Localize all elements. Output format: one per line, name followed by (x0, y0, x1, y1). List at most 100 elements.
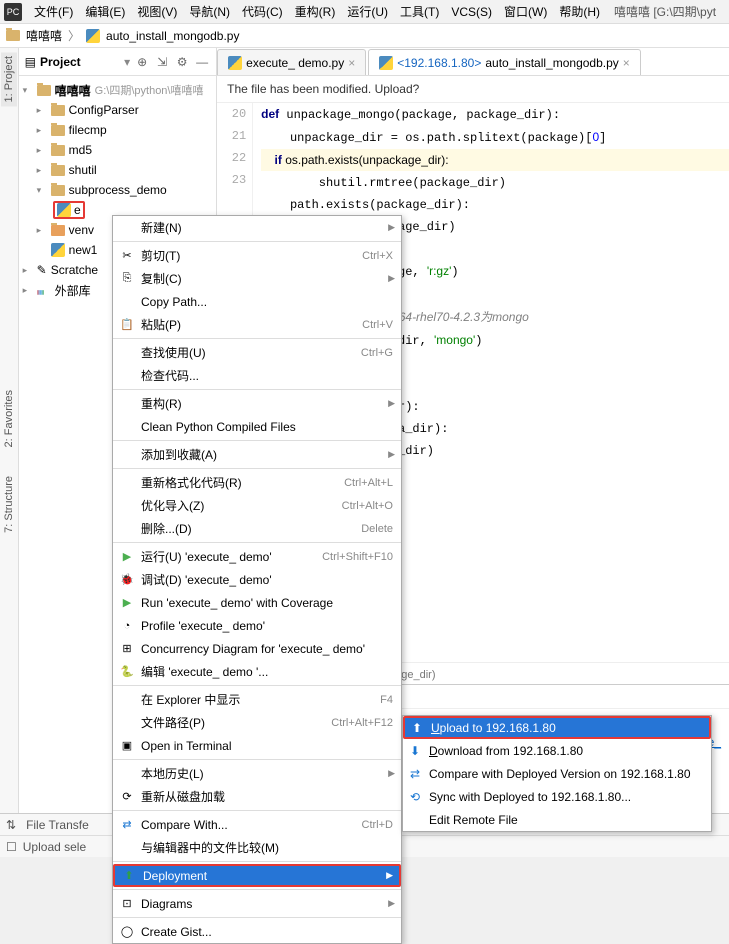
menu-compare-with[interactable]: ⇄Compare With...Ctrl+D (113, 813, 401, 836)
tree-folder[interactable]: ▸md5 (19, 140, 217, 160)
tree-folder[interactable]: ▸shutil (19, 160, 217, 180)
menu-copy-path[interactable]: Copy Path... (113, 290, 401, 313)
menu-nav[interactable]: 导航(N) (183, 1, 236, 22)
run-icon: ▶ (119, 549, 135, 565)
tree-folder[interactable]: ▸filecmp (19, 120, 217, 140)
deploy-icon: ⬆ (121, 868, 137, 884)
submenu-download[interactable]: ⬇Download from 192.168.1.80 (403, 739, 711, 762)
menu-paste[interactable]: 📋粘贴(P)Ctrl+V (113, 313, 401, 336)
submenu-upload[interactable]: ⬆Upload to 192.168.1.80 (403, 716, 711, 739)
menu-file[interactable]: 文件(F) (28, 1, 79, 22)
tree-folder-open[interactable]: ▾subprocess_demo (19, 180, 217, 200)
reload-icon: ⟳ (119, 789, 135, 805)
menu-profile[interactable]: ◔Profile 'execute_ demo' (113, 614, 401, 637)
debug-icon: 🐞 (119, 572, 135, 588)
deployment-submenu: ⬆Upload to 192.168.1.80 ⬇Download from 1… (402, 715, 712, 832)
menu-create-gist[interactable]: ◯Create Gist... (113, 920, 401, 943)
tree-root[interactable]: ▾ 嘻嘻嘻 G:\四期\python\嘻嘻嘻 (19, 80, 217, 100)
menu-debug[interactable]: 🐞调试(D) 'execute_ demo' (113, 568, 401, 591)
download-icon: ⬇ (408, 744, 422, 758)
menu-compare-editor[interactable]: 与编辑器中的文件比较(M) (113, 836, 401, 859)
menu-help[interactable]: 帮助(H) (553, 1, 606, 22)
menu-edit-config[interactable]: 🐍编辑 'execute_ demo '... (113, 660, 401, 683)
menu-clean-pyc[interactable]: Clean Python Compiled Files (113, 415, 401, 438)
menu-cut[interactable]: ✂剪切(T)Ctrl+X (113, 244, 401, 267)
menu-deployment[interactable]: ⬆Deployment▶ (113, 864, 401, 887)
status-text: Upload sele (23, 840, 86, 854)
compare-icon: ⇄ (408, 767, 422, 781)
context-menu: 新建(N)▶ ✂剪切(T)Ctrl+X ⎘复制(C)▶ Copy Path...… (112, 215, 402, 944)
menu-add-fav[interactable]: 添加到收藏(A)▶ (113, 443, 401, 466)
github-icon: ◯ (119, 924, 135, 940)
menu-reformat[interactable]: 重新格式化代码(R)Ctrl+Alt+L (113, 471, 401, 494)
side-tab-project[interactable]: 1: Project (1, 52, 17, 106)
clipboard-icon: 📋 (119, 317, 135, 333)
profile-icon: ◔ (119, 618, 135, 634)
diagram-icon: ⊞ (119, 641, 135, 657)
arrows-icon: ⇅ (6, 818, 16, 832)
menu-optimize[interactable]: 优化导入(Z)Ctrl+Alt+O (113, 494, 401, 517)
menu-code[interactable]: 代码(C) (236, 1, 289, 22)
compare-icon: ⇄ (119, 817, 135, 833)
locate-icon[interactable]: ⊕ (134, 54, 150, 70)
breadcrumb-file[interactable]: auto_install_mongodb.py (106, 29, 239, 43)
menu-view[interactable]: 视图(V) (131, 1, 183, 22)
tool-window-tabs: 1: Project 2: Favorites 7: Structure (0, 48, 19, 857)
menu-show-explorer[interactable]: 在 Explorer 中显示F4 (113, 688, 401, 711)
python-icon: 🐍 (119, 664, 135, 680)
menu-find-usage[interactable]: 查找使用(U)Ctrl+G (113, 341, 401, 364)
editor-tab-active[interactable]: <192.168.1.80> auto_install_mongodb.py × (368, 49, 641, 75)
menu-local-history[interactable]: 本地历史(L)▶ (113, 762, 401, 785)
expand-icon[interactable]: ⇲ (154, 54, 170, 70)
menu-run[interactable]: 运行(U) (341, 1, 394, 22)
submenu-compare[interactable]: ⇄Compare with Deployed Version on 192.16… (403, 762, 711, 785)
diagram-icon: ⊡ (119, 896, 135, 912)
menu-copy[interactable]: ⎘复制(C)▶ (113, 267, 401, 290)
scissors-icon: ✂ (119, 248, 135, 264)
project-view-icon: ▤ (25, 55, 36, 69)
menu-coverage[interactable]: ▶Run 'execute_ demo' with Coverage (113, 591, 401, 614)
menu-run[interactable]: ▶运行(U) 'execute_ demo'Ctrl+Shift+F10 (113, 545, 401, 568)
python-file-icon (86, 29, 100, 43)
menu-refactor[interactable]: 重构(R)▶ (113, 392, 401, 415)
terminal-icon: ▣ (119, 738, 135, 754)
menu-delete[interactable]: 删除...(D)Delete (113, 517, 401, 540)
menu-new[interactable]: 新建(N)▶ (113, 216, 401, 239)
tree-folder[interactable]: ▸ConfigParser (19, 100, 217, 120)
menu-concurrency[interactable]: ⊞Concurrency Diagram for 'execute_ demo' (113, 637, 401, 660)
sync-icon: ⟲ (408, 790, 422, 804)
editor-tabs: execute_ demo.py× <192.168.1.80> auto_in… (217, 48, 729, 76)
menu-vcs[interactable]: VCS(S) (445, 3, 498, 21)
breadcrumb-folder[interactable]: 嘻嘻嘻 (26, 27, 62, 44)
menu-inspect[interactable]: 检查代码... (113, 364, 401, 387)
window-title: 嘻嘻嘻 [G:\四期\pyt (614, 3, 716, 20)
project-panel-title[interactable]: Project (40, 55, 120, 69)
breadcrumb: 嘻嘻嘻 〉 auto_install_mongodb.py (0, 24, 729, 48)
side-tab-structure[interactable]: 7: Structure (1, 472, 17, 537)
close-icon[interactable]: × (623, 56, 630, 70)
close-icon[interactable]: × (348, 56, 355, 70)
tool-tab-file-transfer[interactable]: File Transfe (26, 818, 89, 832)
menu-refactor[interactable]: 重构(R) (289, 1, 342, 22)
side-tab-favorites[interactable]: 2: Favorites (1, 386, 17, 451)
hide-icon[interactable]: — (194, 54, 210, 70)
menu-tools[interactable]: 工具(T) (394, 1, 445, 22)
editor-tab[interactable]: execute_ demo.py× (217, 49, 366, 75)
menu-window[interactable]: 窗口(W) (498, 1, 553, 22)
upload-banner[interactable]: The file has been modified. Upload? (217, 76, 729, 103)
menu-reload-disk[interactable]: ⟳重新从磁盘加载 (113, 785, 401, 808)
gear-icon[interactable]: ⚙ (174, 54, 190, 70)
submenu-sync[interactable]: ⟲Sync with Deployed to 192.168.1.80... (403, 785, 711, 808)
submenu-edit-remote[interactable]: Edit Remote File (403, 808, 711, 831)
python-file-icon (228, 56, 242, 70)
chevron-icon: 〉 (68, 27, 80, 44)
upload-icon: ⬆ (410, 721, 424, 735)
folder-icon (6, 30, 20, 41)
menu-edit[interactable]: 编辑(E) (79, 1, 131, 22)
menu-diagrams[interactable]: ⊡Diagrams▶ (113, 892, 401, 915)
menu-open-terminal[interactable]: ▣Open in Terminal (113, 734, 401, 757)
python-file-icon (379, 56, 393, 70)
project-panel-header: ▤ Project ▾ ⊕ ⇲ ⚙ — (19, 48, 217, 76)
menu-file-path[interactable]: 文件路径(P)Ctrl+Alt+F12 (113, 711, 401, 734)
menu-bar: PC 文件(F) 编辑(E) 视图(V) 导航(N) 代码(C) 重构(R) 运… (0, 0, 729, 24)
